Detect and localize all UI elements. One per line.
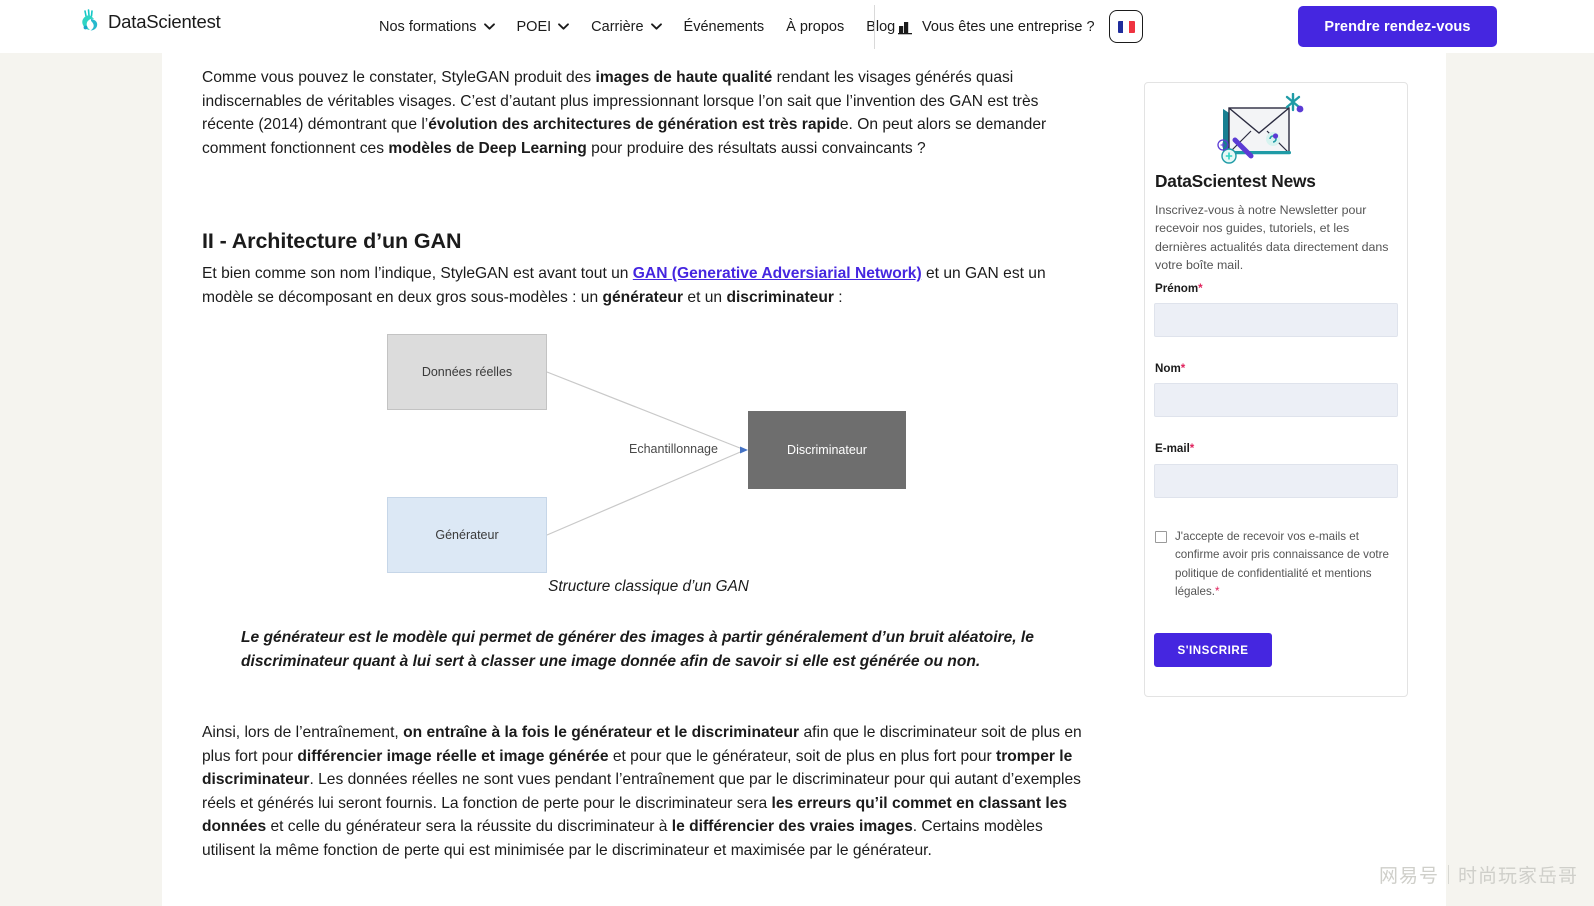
- text-run: et un: [683, 288, 727, 306]
- paragraph-gan-definition: Et bien comme son nom l’indique, StyleGA…: [202, 262, 1092, 309]
- header-divider: [874, 5, 875, 49]
- text-run: Et bien comme son nom l’indique, StyleGA…: [202, 265, 633, 282]
- newsletter-submit-button[interactable]: S'INSCRIRE: [1154, 633, 1272, 667]
- chevron-down-icon[interactable]: [483, 23, 495, 30]
- consent-row: J'accepte de recevoir vos e-mails et con…: [1155, 528, 1400, 601]
- text-run: Comme vous pouvez le constater, StyleGAN…: [202, 69, 596, 86]
- chevron-down-icon[interactable]: [650, 23, 662, 30]
- label-text: Nom: [1155, 362, 1181, 375]
- text-run-bold: on entraîne à la fois le générateur et l…: [403, 724, 800, 741]
- text-run-bold: différencier image réelle et image génér…: [297, 747, 609, 765]
- email-field-label: E-mail*: [1155, 442, 1194, 455]
- consent-label: J'accepte de recevoir vos e-mails et con…: [1175, 530, 1389, 598]
- text-run: Ainsi, lors de l’entraînement,: [202, 724, 404, 741]
- text-run: pour produire des résultats aussi convai…: [586, 139, 926, 157]
- gan-architecture-figure: Données réelles Générateur Discriminateu…: [202, 325, 1095, 605]
- label-text: E-mail: [1155, 442, 1190, 455]
- nav-item-a-propos[interactable]: À propos: [786, 19, 844, 35]
- required-marker: *: [1214, 584, 1220, 598]
- diagram-box-label: Données réelles: [421, 365, 513, 379]
- paragraph-training: Ainsi, lors de l’entraînement, on entraî…: [202, 721, 1092, 863]
- text-run-bold: évolution des architectures de génératio…: [428, 116, 840, 134]
- required-marker: *: [1189, 442, 1195, 455]
- diagram-box-label: Générateur: [435, 528, 499, 542]
- diagram-box-label: Discriminateur: [787, 443, 867, 457]
- nav-item-poei[interactable]: POEI: [517, 19, 570, 35]
- label-text: Prénom: [1155, 282, 1199, 295]
- text-run-bold: modèles de Deep Learning: [388, 139, 587, 157]
- watermark-separator: [1447, 865, 1449, 884]
- nav-label: Carrière: [591, 18, 644, 35]
- language-selector[interactable]: [1109, 10, 1143, 43]
- text-run: et celle du générateur sera la réussite …: [266, 818, 672, 836]
- newsletter-description: Inscrivez-vous à notre Newsletter pour r…: [1155, 203, 1389, 272]
- nav-label: À propos: [786, 18, 845, 35]
- watermark-brand: 网易号: [1378, 865, 1439, 887]
- consent-checkbox[interactable]: [1155, 531, 1167, 543]
- section-heading: II - Architecture d’un GAN: [202, 229, 462, 253]
- diagram-edge-label-echantillonnage: Echantillonnage: [629, 442, 718, 456]
- newsletter-title: DataScientest News: [1155, 171, 1316, 191]
- text-run: :: [833, 288, 843, 306]
- nav-item-blog[interactable]: Blog: [866, 19, 895, 35]
- site-header: DataScientest Nos formations POEI Carriè…: [0, 0, 1594, 53]
- nav-label: Événements: [683, 18, 765, 35]
- figure-caption: Structure classique d’un GAN: [548, 578, 749, 595]
- newsletter-card: DataScientest News Inscrivez-vous à notr…: [1144, 82, 1408, 697]
- watermark: 网易号 时尚玩家岳哥: [1379, 861, 1578, 888]
- paragraph-intro: Comme vous pouvez le constater, StyleGAN…: [202, 66, 1092, 160]
- nav-item-carriere[interactable]: Carrière: [591, 18, 662, 35]
- diagram-box-discriminator: Discriminateur: [748, 411, 906, 489]
- required-marker: *: [1180, 362, 1186, 375]
- site-logo[interactable]: DataScientest: [78, 9, 221, 35]
- prenom-field-label: Prénom*: [1155, 282, 1203, 295]
- french-flag-icon: [1117, 20, 1135, 33]
- nom-field-label: Nom*: [1155, 362, 1185, 375]
- gan-wikipedia-link[interactable]: GAN (Generative Adversiarial Network): [633, 265, 922, 282]
- datascientest-logo-icon: [78, 9, 102, 35]
- nav-item-nos-formations[interactable]: Nos formations: [379, 19, 495, 35]
- diagram-box-generator: Générateur: [387, 497, 547, 573]
- text-run-bold: discriminateur: [726, 288, 834, 306]
- business-link[interactable]: Vous êtes une entreprise ?: [897, 0, 1095, 53]
- business-link-label: Vous êtes une entreprise ?: [922, 18, 1095, 35]
- prendre-rendez-vous-button[interactable]: Prendre rendez-vous: [1298, 6, 1497, 47]
- chevron-down-icon[interactable]: [558, 23, 570, 30]
- nav-label: POEI: [516, 18, 552, 35]
- text-run: et pour que le générateur, soit de plus …: [608, 747, 997, 765]
- text-run-bold: images de haute qualité: [595, 69, 773, 86]
- company-building-icon: [897, 19, 913, 35]
- prenom-input[interactable]: [1154, 303, 1398, 337]
- watermark-author: 时尚玩家岳哥: [1457, 865, 1578, 887]
- diagram-box-real-data: Données réelles: [387, 334, 547, 410]
- nav-label: Blog: [866, 18, 896, 35]
- consent-text: J'accepte de recevoir vos e-mails et con…: [1175, 528, 1400, 601]
- nav-label: Nos formations: [379, 18, 477, 35]
- required-marker: *: [1198, 282, 1203, 295]
- email-input[interactable]: [1154, 464, 1398, 498]
- nom-input[interactable]: [1154, 383, 1398, 417]
- paragraph-emphasis: Le générateur est le modèle qui permet d…: [241, 629, 1034, 670]
- text-run-bold: le différencier des vraies images: [671, 818, 913, 836]
- logo-text: DataScientest: [108, 11, 221, 32]
- text-run-bold: générateur: [602, 288, 684, 306]
- nav-item-evenements[interactable]: Événements: [684, 19, 765, 35]
- main-navigation: Nos formations POEI Carrière Événements …: [379, 0, 895, 53]
